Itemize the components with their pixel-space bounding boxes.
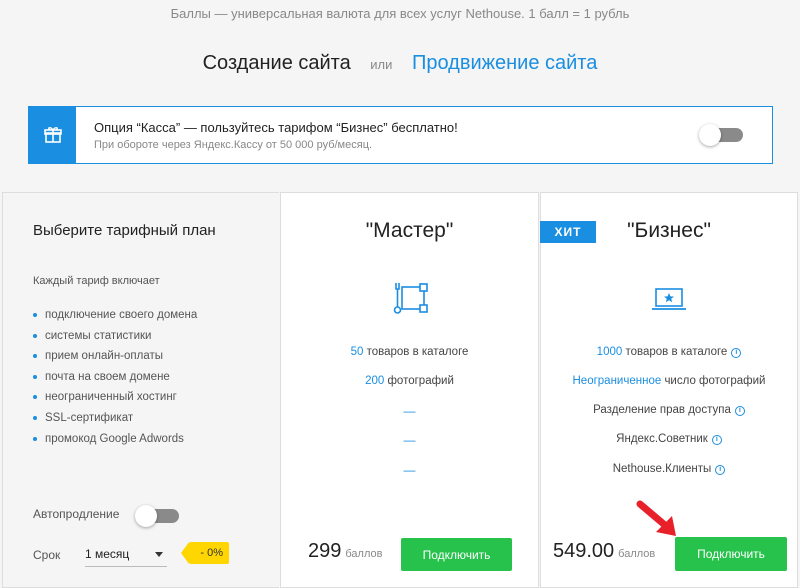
product-switcher: Создание сайта или Продвижение сайта [0, 52, 800, 75]
term-label: Срок [33, 548, 61, 562]
kassa-toggle[interactable] [699, 124, 743, 146]
promo-subtitle: При обороте через Яндекс.Кассу от 50 000… [94, 139, 373, 151]
plan-price: 299 баллов [308, 540, 383, 562]
info-icon[interactable]: i [731, 348, 742, 358]
list-item: неограниченный хостинг [33, 390, 197, 411]
info-icon[interactable]: i [715, 465, 726, 475]
list-item: прием онлайн-оплаты [33, 349, 197, 370]
plan-card-master: "Мастер" 50 товаров в каталоге 200 фотог… [280, 192, 539, 588]
plan-title: "Бизнес" [627, 219, 711, 242]
feature-products: 1000 товаров в каталоге i [541, 346, 797, 358]
list-item: подключение своего домена [33, 308, 197, 329]
term-value: 1 месяц [85, 547, 130, 561]
list-item: почта на своем домене [33, 370, 197, 391]
plan-info-panel: Выберите тарифный план Каждый тариф вклю… [2, 192, 279, 588]
info-icon[interactable]: i [711, 435, 722, 445]
feature-yandex-advisor: Яндекс.Советник i [541, 433, 797, 445]
plan-title: "Мастер" [365, 219, 454, 242]
kassa-promo-banner: Опция “Касса” — пользуйтесь тарифом “Биз… [28, 106, 773, 164]
points-note: Баллы — универсальная валюта для всех ус… [170, 6, 630, 21]
feature-absent: — [403, 433, 416, 447]
red-arrow-pointer-icon [636, 500, 676, 536]
autorenew-label: Автопродление [33, 507, 120, 521]
list-item: промокод Google Adwords [33, 432, 197, 453]
feature-absent: — [403, 404, 416, 418]
includes-subtitle: Каждый тариф включает [33, 275, 160, 287]
info-icon[interactable]: i [734, 406, 745, 416]
plan-price: 549.00 баллов [553, 540, 656, 562]
toggle-knob [699, 124, 721, 146]
list-item: системы статистики [33, 329, 197, 350]
tab-site-creation[interactable]: Создание сайта [203, 52, 351, 74]
list-item: SSL-сертификат [33, 411, 197, 432]
autorenew-toggle[interactable] [135, 505, 179, 527]
promo-icon-box [29, 107, 76, 163]
feature-nethouse-clients: Nethouse.Клиенты i [541, 463, 797, 475]
subscribe-business-button[interactable]: Подключить [675, 537, 787, 571]
tools-icon [393, 283, 428, 314]
feature-access-rights: Разделение прав доступа i [541, 404, 797, 416]
chevron-down-icon [155, 552, 163, 557]
feature-photos: Неограниченное число фотографий [572, 375, 766, 387]
discount-badge: - 0% [181, 542, 229, 564]
choose-plan-title: Выберите тарифный план [33, 222, 216, 239]
included-features-list: подключение своего домена системы статис… [33, 308, 197, 452]
subscribe-master-button[interactable]: Подключить [401, 538, 512, 571]
feature-photos: 200 фотографий [365, 375, 454, 387]
term-select[interactable]: 1 месяц [85, 541, 167, 567]
tab-site-promotion[interactable]: Продвижение сайта [412, 52, 597, 74]
feature-products: 50 товаров в каталоге [350, 346, 469, 358]
gift-icon [43, 127, 62, 143]
feature-absent: — [403, 463, 416, 477]
switcher-or: или [370, 57, 393, 72]
promo-title: Опция “Касса” — пользуйтесь тарифом “Биз… [94, 120, 458, 135]
toggle-knob [135, 505, 157, 527]
laptop-star-icon [652, 288, 686, 310]
